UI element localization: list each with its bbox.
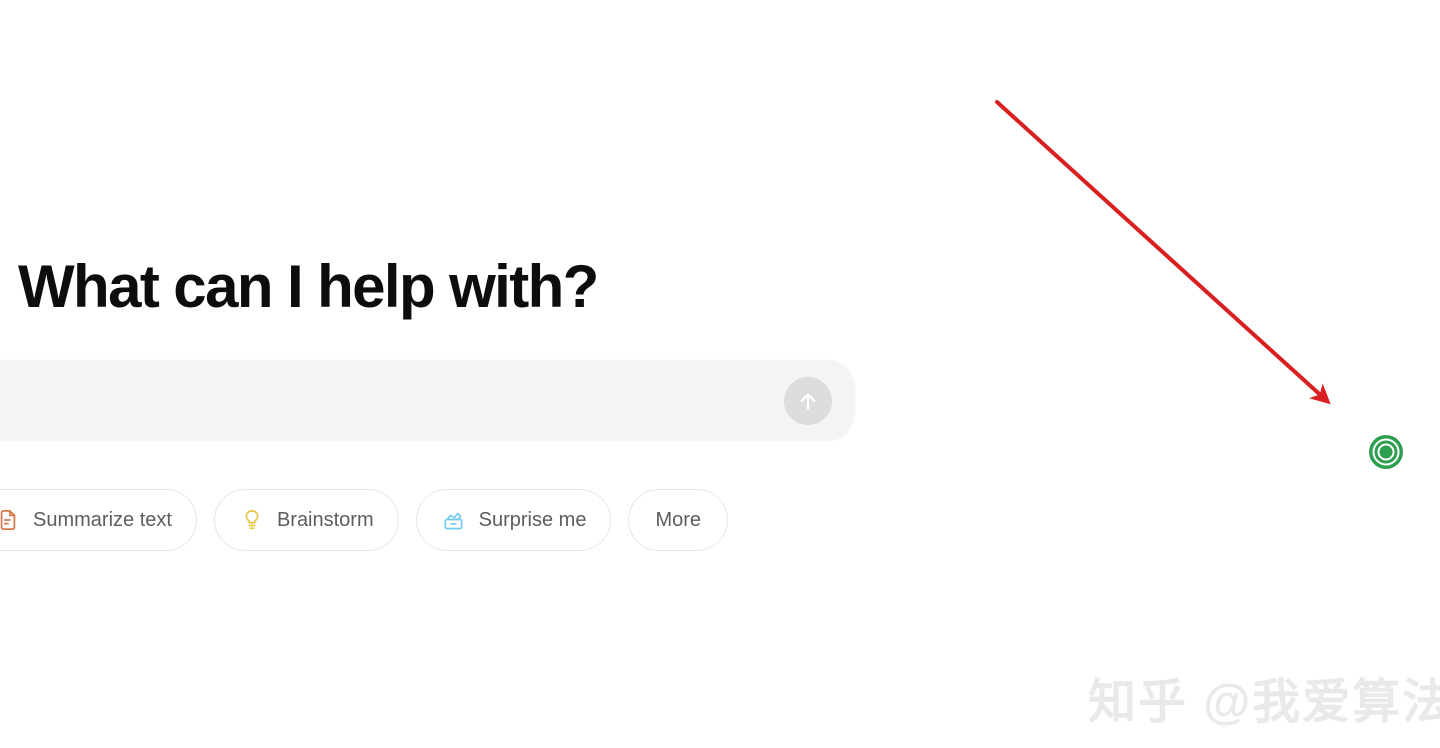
send-button[interactable] xyxy=(784,376,832,425)
chip-more[interactable]: More xyxy=(628,489,729,551)
target-marker xyxy=(1368,434,1404,470)
message-composer[interactable] xyxy=(0,360,855,441)
chip-label: Brainstorm xyxy=(276,508,374,531)
arrow-up-icon xyxy=(795,388,821,414)
lightbulb-icon xyxy=(239,507,265,533)
chip-label: Surprise me xyxy=(478,508,587,531)
suggestion-chip-row: Summarize text Brainstorm Surprise me Mo… xyxy=(0,489,729,551)
chip-label: Summarize text xyxy=(33,508,172,531)
chip-surprise-me[interactable]: Surprise me xyxy=(415,489,612,551)
watermark: 知乎 @我爱算法 xyxy=(1088,676,1440,729)
chip-summarize-text[interactable]: Summarize text xyxy=(0,489,197,551)
chip-brainstorm[interactable]: Brainstorm xyxy=(213,489,399,551)
surprise-box-icon xyxy=(441,507,467,533)
document-lines-icon xyxy=(0,507,21,533)
chip-label: More xyxy=(655,508,702,531)
page-title: What can I help with? xyxy=(18,253,599,320)
app-screen: What can I help with? Summarize text Bra… xyxy=(0,0,1440,748)
red-arrow xyxy=(995,100,1331,405)
message-input[interactable] xyxy=(0,360,546,441)
